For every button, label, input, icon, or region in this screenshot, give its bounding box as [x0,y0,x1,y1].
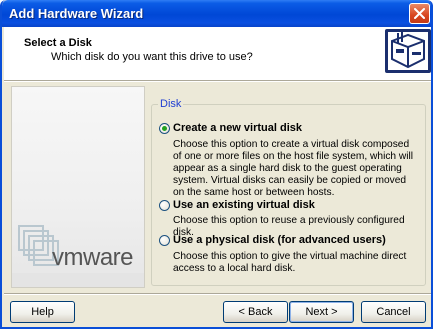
option-description: Choose this option to give the virtual m… [173,251,407,274]
cancel-button[interactable]: Cancel [361,301,426,323]
window-title: Add Hardware Wizard [9,6,144,21]
page-title: Select a Disk [24,37,92,49]
vmware-banner: vmware [11,86,145,288]
next-button[interactable]: Next > [289,301,354,323]
disk-drive-icon [385,29,431,73]
wizard-window: Add Hardware Wizard Select a Disk Which … [0,0,433,329]
help-button[interactable]: Help [10,301,75,323]
radio-button[interactable] [159,200,170,211]
banner-stripe [12,273,144,287]
option-description: Choose this option to create a virtual d… [173,139,414,198]
close-icon [414,8,425,19]
radio-button[interactable] [159,235,170,246]
title-bar[interactable]: Add Hardware Wizard [2,0,431,27]
disk-group-label: Disk [158,98,184,110]
radio-dot [162,126,167,131]
close-button[interactable] [409,3,430,24]
header-divider [4,81,431,82]
option-label[interactable]: Create a new virtual disk [173,122,302,134]
radio-button-selected[interactable] [159,123,170,134]
option-label[interactable]: Use an existing virtual disk [173,199,315,211]
page-subtitle: Which disk do you want this drive to use… [51,51,253,63]
option-label[interactable]: Use a physical disk (for advanced users) [173,234,386,246]
vmware-logo-text: vmware [52,244,134,271]
footer-divider-highlight [4,294,431,295]
wizard-header: Select a Disk Which disk do you want thi… [4,27,431,81]
back-button[interactable]: < Back [223,301,288,323]
